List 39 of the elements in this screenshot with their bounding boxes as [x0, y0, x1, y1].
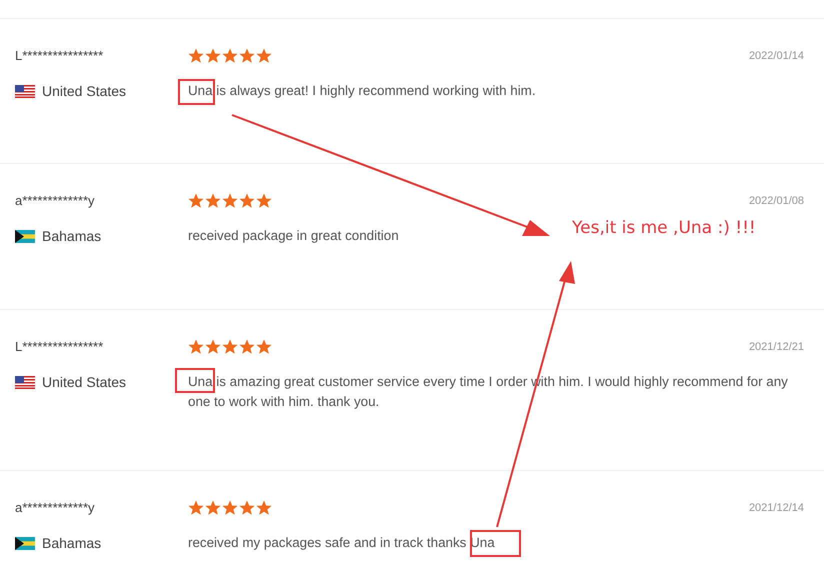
star-icon	[256, 500, 272, 516]
star-icon	[239, 500, 255, 516]
country-name: Bahamas	[42, 228, 102, 244]
review-text: received package in great condition	[188, 227, 399, 245]
star-icon	[239, 339, 255, 355]
callout-text: Yes,it is me ,Una :) !!!	[572, 218, 756, 238]
star-icon	[188, 193, 204, 209]
star-icon	[256, 339, 272, 355]
star-icon	[205, 193, 221, 209]
star-icon	[188, 500, 204, 516]
star-icon	[256, 48, 272, 64]
country-name: United States	[42, 374, 126, 390]
star-icon	[188, 339, 204, 355]
star-icon	[239, 193, 255, 209]
reviewer-name: a*************y	[15, 192, 94, 210]
star-icon	[222, 500, 238, 516]
star-icon	[205, 339, 221, 355]
flag-icon	[15, 376, 35, 388]
star-icon	[205, 500, 221, 516]
star-icon	[222, 193, 238, 209]
star-icon	[222, 339, 238, 355]
country-name: Bahamas	[42, 535, 102, 551]
star-icon	[222, 48, 238, 64]
reviewer-name: a*************y	[15, 499, 94, 517]
review-date: 2021/12/21	[748, 341, 804, 353]
review-date: 2021/12/14	[748, 502, 804, 514]
star-icon	[205, 48, 221, 64]
flag-icon	[15, 230, 35, 242]
reviewer-name: L****************	[15, 338, 104, 356]
star-icon	[239, 48, 255, 64]
review-text: Una is always great! I highly recommend working with him.	[188, 82, 536, 100]
flag-icon	[15, 84, 35, 98]
star-icon	[256, 193, 272, 209]
review-date: 2022/01/14	[748, 50, 804, 62]
country-name: United States	[42, 83, 126, 99]
review-date: 2022/01/08	[748, 195, 804, 207]
star-icon	[188, 48, 204, 64]
flag-icon	[15, 536, 35, 550]
reviewer-name: L****************	[15, 47, 104, 65]
